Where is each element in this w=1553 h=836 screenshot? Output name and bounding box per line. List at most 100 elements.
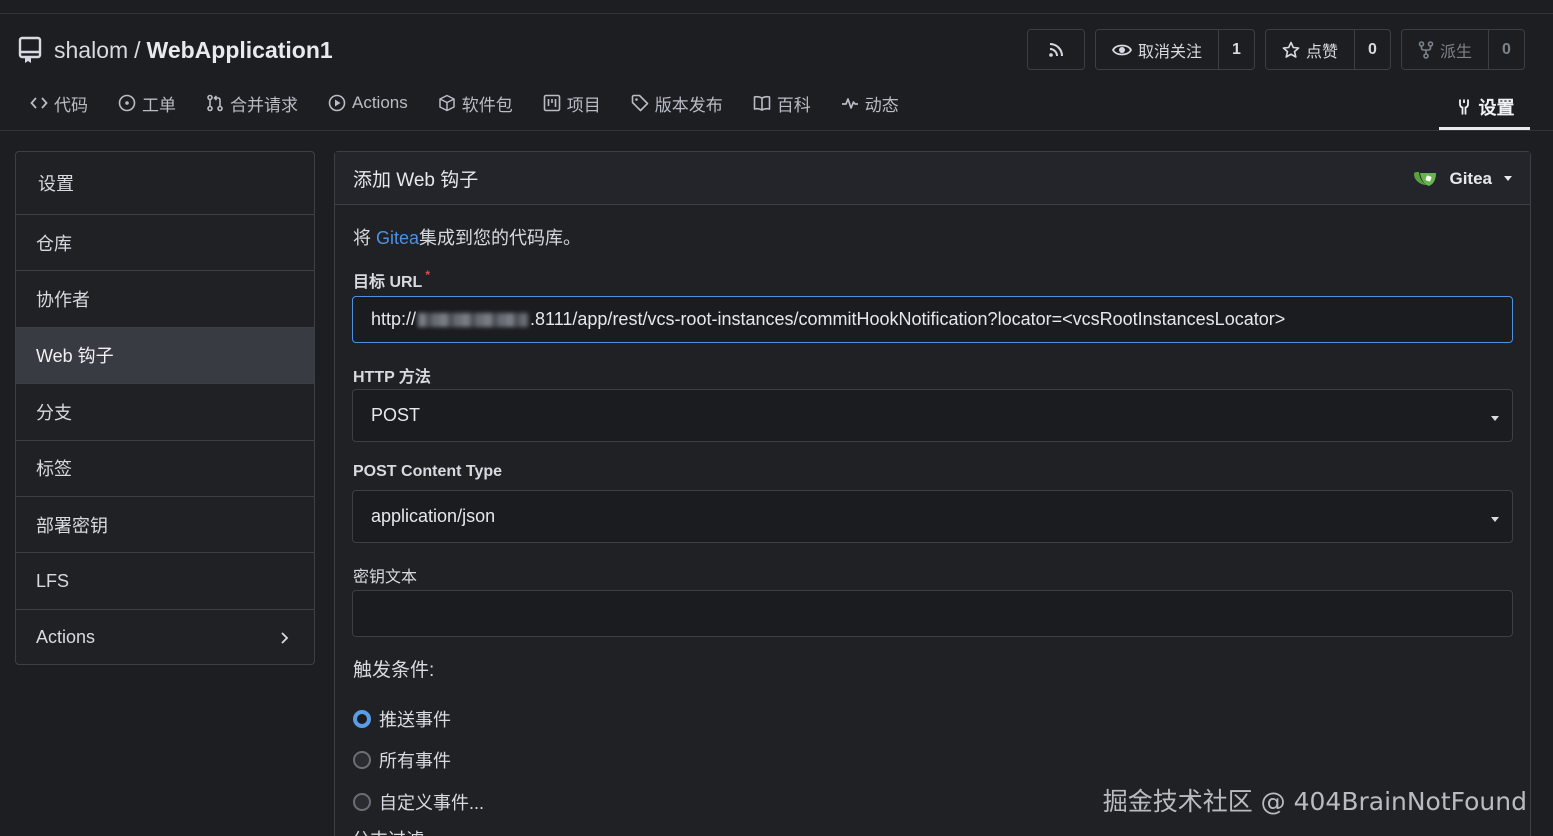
tab-label: 版本发布	[654, 95, 723, 115]
target-url-suffix: .8111/app/rest/vcs-root-instances/commit…	[530, 309, 1286, 329]
settings-sidebar: 设置 仓库 协作者 Web 钩子 分支 标签 部署密钥 LFS Actions	[15, 151, 315, 665]
panel-title: 添加 Web 钩子	[353, 169, 479, 191]
redacted-host	[418, 312, 529, 327]
content-type-select[interactable]: application/json	[352, 490, 1513, 543]
required-marker: *	[425, 268, 431, 282]
radio-button[interactable]	[353, 793, 371, 811]
sidebar-item-tags[interactable]: 标签	[16, 441, 314, 497]
forks-count[interactable]: 0	[1488, 30, 1524, 69]
tab-code[interactable]: 代码	[30, 86, 102, 120]
sidebar-item-collaborators[interactable]: 协作者	[16, 271, 314, 328]
tab-label: 合并请求	[230, 95, 298, 115]
caret-down-icon	[1491, 415, 1499, 421]
hook-type-dropdown[interactable]: Gitea	[1413, 152, 1512, 205]
repo-tabs: 代码 工单 合并请求 Actions 软件包 项目 版本发布 百科 动态	[30, 86, 929, 120]
tab-issues[interactable]: 工单	[118, 86, 190, 120]
target-url-input[interactable]: http:// .8111/app/rest/vcs-root-instances…	[352, 296, 1513, 343]
tab-packages[interactable]: 软件包	[438, 86, 527, 120]
repo-icon	[18, 36, 42, 63]
http-method-label: HTTP 方法	[353, 369, 431, 386]
star-button-group: 点赞 0	[1264, 29, 1391, 70]
hook-type-label: Gitea	[1449, 168, 1492, 188]
eye-icon	[1111, 44, 1132, 55]
triggers-label: 触发条件:	[353, 660, 435, 681]
tab-label: 项目	[566, 95, 601, 115]
sidebar-item-repository[interactable]: 仓库	[16, 215, 314, 272]
sidebar-item-deploy-keys[interactable]: 部署密钥	[16, 497, 314, 554]
tab-actions[interactable]: Actions	[328, 86, 422, 120]
radio-button[interactable]	[353, 710, 371, 728]
tab-settings[interactable]: 设置	[1439, 86, 1530, 130]
tab-pull-requests[interactable]: 合并请求	[206, 86, 312, 120]
stars-count[interactable]: 0	[1353, 30, 1390, 69]
secret-label: 密钥文本	[353, 569, 418, 586]
repo-title: shalom / WebApplication1	[18, 36, 333, 64]
book-icon	[753, 95, 771, 111]
content-type-label: POST Content Type	[353, 463, 503, 480]
issue-icon	[118, 94, 136, 112]
target-url-prefix: http://	[371, 309, 417, 329]
sidebar-item-label: Actions	[36, 627, 96, 648]
target-url-label-text: 目标 URL	[353, 274, 423, 291]
gitea-link[interactable]: Gitea	[376, 228, 419, 248]
content-type-value: application/json	[371, 506, 496, 526]
tab-releases[interactable]: 版本发布	[631, 86, 737, 120]
radio-custom-events[interactable]: 自定义事件...	[353, 789, 484, 815]
gitea-logo-icon	[1414, 171, 1437, 186]
tools-icon	[1458, 99, 1469, 114]
http-method-value: POST	[371, 405, 421, 425]
intro-text: 将 Gitea集成到您的代码库。	[353, 224, 581, 250]
watchers-count[interactable]: 1	[1217, 30, 1254, 69]
radio-label: 推送事件	[379, 710, 451, 730]
fork-icon	[1418, 40, 1434, 59]
repo-name-link[interactable]: WebApplication1	[147, 37, 333, 64]
radio-push-events[interactable]: 推送事件	[353, 706, 451, 732]
tab-label: 代码	[54, 95, 88, 115]
radio-all-events[interactable]: 所有事件	[353, 747, 451, 773]
repo-separator: /	[134, 36, 141, 63]
chevron-right-icon	[281, 632, 289, 644]
tab-label: 软件包	[461, 95, 513, 115]
intro-suffix: 集成到您的代码库。	[419, 228, 582, 248]
fork-label: 派生	[1439, 43, 1472, 61]
repo-owner-link[interactable]: shalom	[54, 37, 128, 64]
tab-label: 动态	[864, 95, 899, 115]
tab-projects[interactable]: 项目	[543, 86, 615, 120]
target-url-label: 目标 URL *	[353, 268, 430, 292]
rss-feed-button[interactable]	[1026, 29, 1085, 70]
intro-prefix: 将	[353, 228, 377, 248]
repo-header: shalom / WebApplication1 取消关注 1 点赞 0 派生 …	[0, 14, 1553, 131]
sidebar-item-settings[interactable]: 设置	[16, 152, 314, 215]
fork-button[interactable]: 派生	[1401, 30, 1488, 69]
panel-header: 添加 Web 钩子 Gitea	[335, 152, 1530, 205]
radio-button[interactable]	[353, 751, 371, 769]
tab-label: 百科	[776, 95, 811, 115]
sidebar-item-lfs[interactable]: LFS	[16, 553, 314, 610]
tab-activity[interactable]: 动态	[841, 86, 913, 120]
tab-wiki[interactable]: 百科	[753, 86, 825, 120]
sidebar-item-actions[interactable]: Actions	[16, 610, 314, 664]
watermark: 掘金技术社区 @ 404BrainNotFound	[1102, 787, 1527, 816]
http-method-select[interactable]: POST	[352, 389, 1513, 442]
code-icon	[30, 97, 48, 109]
star-button[interactable]: 点赞	[1265, 30, 1354, 69]
secret-input[interactable]	[352, 590, 1513, 637]
unwatch-button[interactable]: 取消关注	[1095, 30, 1218, 69]
radio-label: 所有事件	[379, 751, 451, 771]
caret-down-icon	[1504, 176, 1512, 181]
tab-label: 工单	[142, 95, 176, 115]
tab-label: Actions	[352, 93, 408, 112]
repo-actions: 取消关注 1 点赞 0 派生 0	[1026, 29, 1525, 70]
unwatch-label: 取消关注	[1137, 43, 1202, 61]
sidebar-item-webhooks[interactable]: Web 钩子	[16, 327, 314, 385]
play-icon	[328, 94, 346, 112]
star-label: 点赞	[1305, 43, 1338, 61]
add-webhook-panel: 添加 Web 钩子 Gitea 将 Gitea集成到您的代码库。 目标 URL *…	[334, 151, 1531, 836]
fork-button-group: 派生 0	[1400, 29, 1525, 70]
pull-request-icon	[207, 94, 223, 112]
unwatch-button-group: 取消关注 1	[1094, 29, 1255, 70]
sidebar-item-branches[interactable]: 分支	[16, 384, 314, 441]
project-icon	[543, 94, 561, 112]
radio-label: 自定义事件...	[379, 793, 485, 813]
caret-down-icon	[1491, 516, 1499, 522]
